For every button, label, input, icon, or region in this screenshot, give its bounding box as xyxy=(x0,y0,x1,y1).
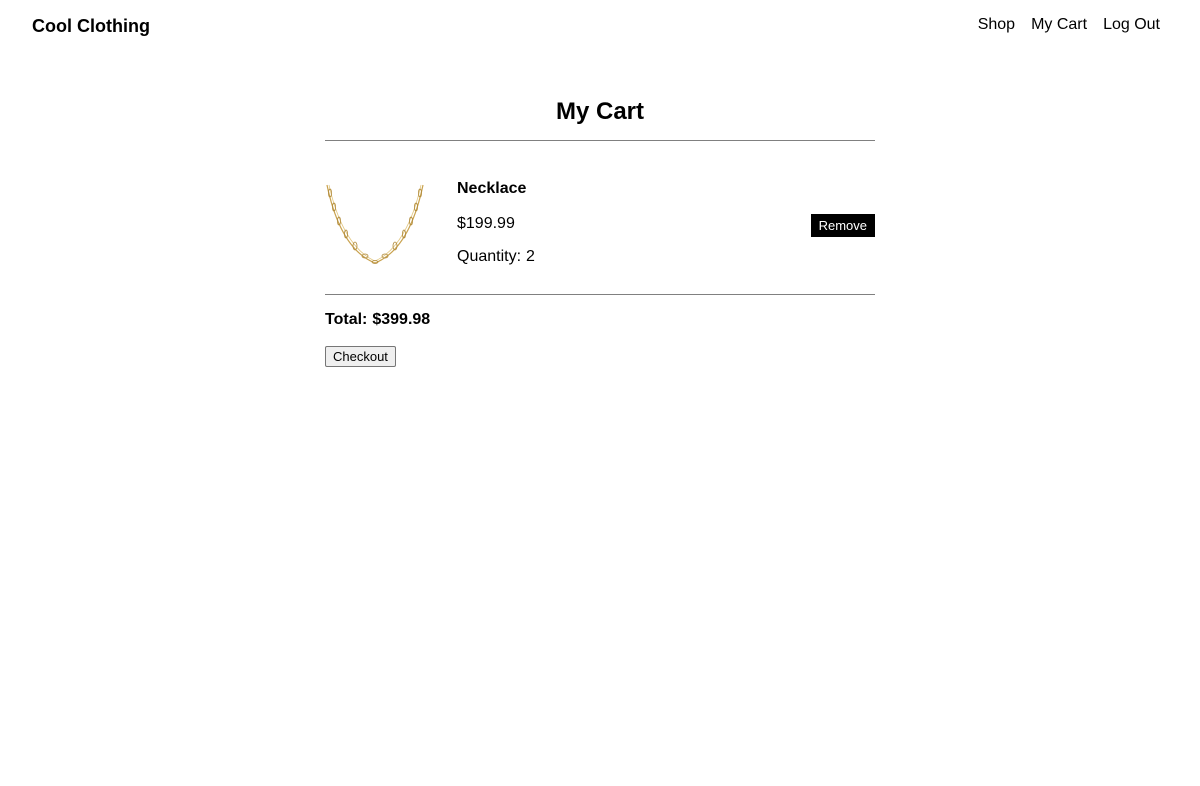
item-price: $199.99 xyxy=(457,215,515,232)
cart-total: Total: $399.98 xyxy=(325,310,875,330)
checkout-button[interactable]: Checkout xyxy=(325,346,396,367)
quantity-value: 2 xyxy=(526,248,535,265)
nav-my-cart-link[interactable]: My Cart xyxy=(1031,13,1087,37)
quantity-label: Quantity: xyxy=(457,248,522,265)
cart-section: My Cart Necklace $199.99 Quantity: 2 Rem… xyxy=(325,84,875,367)
necklace-image xyxy=(326,184,424,264)
nav-shop-link[interactable]: Shop xyxy=(978,13,1015,37)
remove-button[interactable]: Remove xyxy=(810,214,875,237)
nav-log-out-link[interactable]: Log Out xyxy=(1103,13,1160,37)
total-value: $399.98 xyxy=(372,311,431,328)
page-title: My Cart xyxy=(325,84,875,141)
item-name: Necklace xyxy=(457,180,527,197)
brand-logo-text[interactable]: Cool Clothing xyxy=(32,14,150,38)
top-nav: Shop My Cart Log Out xyxy=(978,13,1160,37)
item-quantity: Quantity: 2 xyxy=(457,247,535,267)
cart-item: Necklace $199.99 Quantity: 2 Remove xyxy=(325,141,875,295)
total-label: Total: xyxy=(325,311,368,328)
site-header: Cool Clothing Shop My Cart Log Out xyxy=(0,0,1200,60)
